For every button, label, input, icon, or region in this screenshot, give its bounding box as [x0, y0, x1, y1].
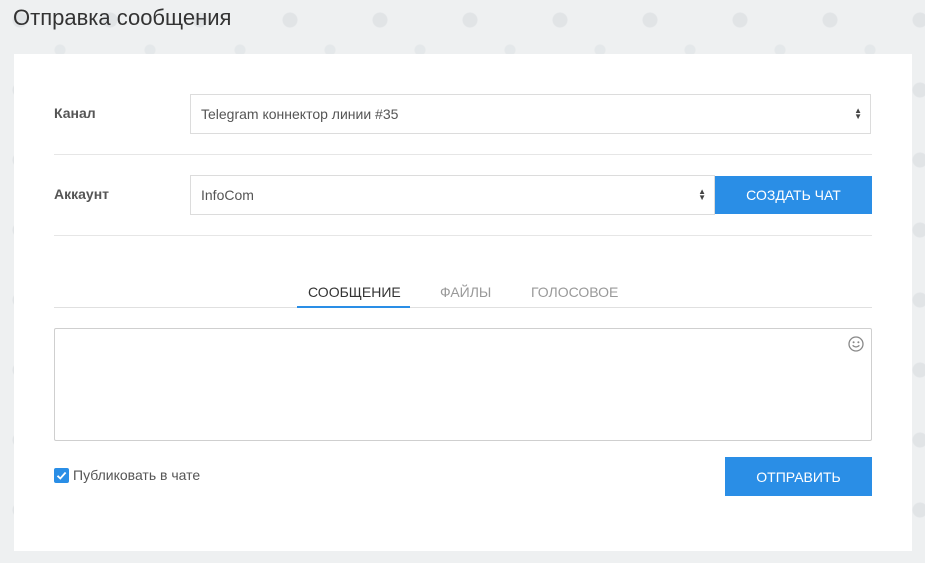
- emoji-icon[interactable]: [848, 336, 864, 352]
- publish-checkbox[interactable]: [54, 467, 69, 483]
- active-tab-indicator: [297, 306, 410, 308]
- message-tabs: СООБЩЕНИЕ ФАЙЛЫ ГОЛОСОВОЕ: [54, 278, 872, 308]
- channel-select[interactable]: Telegram коннектор линии #35 ▲ ▼: [190, 94, 871, 134]
- divider: [54, 235, 872, 236]
- create-chat-button[interactable]: СОЗДАТЬ ЧАТ: [715, 176, 872, 214]
- send-button[interactable]: ОТПРАВИТЬ: [725, 457, 872, 496]
- tab-message[interactable]: СООБЩЕНИЕ: [308, 284, 401, 307]
- select-arrows-icon: ▲ ▼: [854, 106, 862, 121]
- account-select-value: InfoCom: [201, 187, 254, 203]
- publish-in-chat-option[interactable]: Публиковать в чате: [54, 467, 200, 483]
- divider: [54, 154, 872, 155]
- publish-label: Публиковать в чате: [73, 467, 201, 483]
- message-input[interactable]: [54, 328, 872, 441]
- account-label: Аккаунт: [54, 186, 110, 202]
- tab-files[interactable]: ФАЙЛЫ: [440, 284, 491, 307]
- tab-voice[interactable]: ГОЛОСОВОЕ: [531, 284, 618, 307]
- channel-label: Канал: [54, 105, 96, 121]
- send-message-card: Канал Telegram коннектор линии #35 ▲ ▼ Ак…: [14, 54, 912, 551]
- page-title: Отправка сообщения: [13, 5, 232, 30]
- channel-select-value: Telegram коннектор линии #35: [201, 106, 399, 122]
- account-select[interactable]: InfoCom ▲ ▼: [190, 175, 715, 215]
- checkmark-icon: [56, 471, 67, 480]
- select-arrows-icon: ▲ ▼: [698, 187, 706, 202]
